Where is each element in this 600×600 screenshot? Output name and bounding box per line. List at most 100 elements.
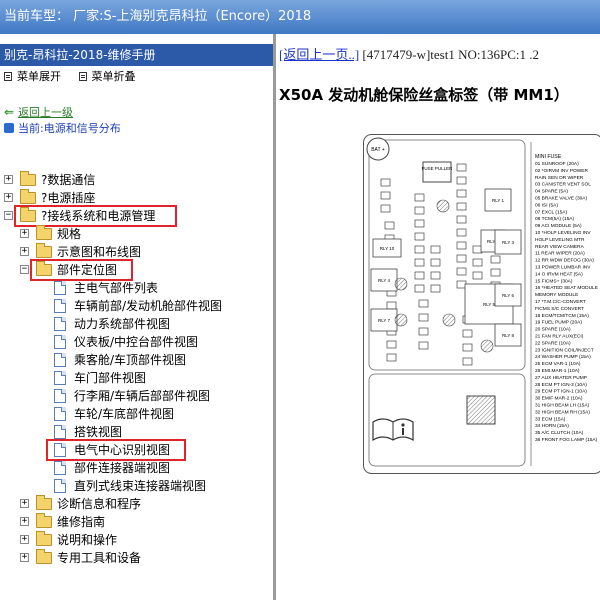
fuse-slot [418,341,429,350]
expand-toggle-icon[interactable]: + [20,229,29,238]
legend-entry: 10 *HOLP LEVELING INV [535,230,591,236]
relay-label: RLY 10 [380,246,395,251]
tree-item-label: 诊断信息和程序 [57,497,142,511]
round-fuse [394,277,408,291]
tree-folder-item[interactable]: + ?数据通信 [0,171,270,189]
fuse-slot [456,267,467,276]
tree-item-label: 仪表板/中控台部件视图 [74,335,199,349]
tree-folder-item[interactable]: + 规格 [0,225,270,243]
collapse-toggle-icon[interactable]: − [4,211,13,220]
expand-toggle-icon[interactable]: + [4,175,13,184]
expand-toggle-icon[interactable]: + [20,247,29,256]
tree-doc-item[interactable]: 主电气部件列表 [0,279,270,297]
tree-doc-item[interactable]: 仪表板/中控台部件视图 [0,333,270,351]
highlight-box [30,259,133,281]
tree-item-label: 专用工具和设备 [57,551,142,565]
tree-item-label: 规格 [57,227,82,241]
legend-entry: MEMORY MODULE [535,292,578,298]
expand-toggle-icon[interactable]: + [20,517,29,526]
highlight-box [46,439,186,461]
collapse-menu-button[interactable]: 菜单折叠 [78,66,136,88]
fuse-slot [386,301,397,310]
legend-entry: FICMS S/C CONVERT [535,306,584,312]
folder-icon [36,243,52,258]
tree-item-label: 行李厢/车辆后部部件视图 [74,389,211,403]
legend-entry: 34 HORN (15A) [535,423,569,429]
tree-doc-item[interactable]: 车辆前部/发动机舱部件视图 [0,297,270,315]
hatched-block [466,395,496,425]
tree-item-label: 直列式线束连接器端视图 [74,479,207,493]
fuse-slot [456,254,467,263]
tree-item-label: 乘客舱/车顶部件视图 [74,353,187,367]
fuse-slot [414,258,425,267]
tree-doc-item[interactable]: 直列式线束连接器端视图 [0,477,270,495]
legend-entry: 12 RR WDW DEFOG (30A) [535,258,594,264]
tree-doc-item[interactable]: 部件连接器端视图 [0,459,270,477]
page-header-line: [返回上一页..] [4717479-w]test1 NO:136PC:1 .2 [279,44,539,63]
expand-toggle-icon[interactable]: + [20,553,29,562]
document-icon [54,371,66,385]
tree-folder-item[interactable]: + 诊断信息和程序 [0,495,270,513]
legend-entry: 28 ECM PT IGN-2 (10A) [535,382,587,388]
tree-folder-item[interactable]: + 说明和操作 [0,531,270,549]
fuse-slot [456,202,467,211]
legend-entry: 08 TCM(5A) (15A) [535,216,574,222]
legend-entry: 31 HIGH BEAM LH (15A) [535,403,590,409]
tree-folder-item[interactable]: + 专用工具和设备 [0,549,270,567]
tree-folder-item[interactable]: + 维修指南 [0,513,270,531]
page-title: X50A 发动机舱保险丝盒标签（带 MM1） [279,86,569,104]
fuse-slot [456,163,467,172]
legend-entry: HOLP LEVELING MTR [535,237,585,243]
fuse-slot [456,215,467,224]
document-icon [54,425,66,439]
folder-icon [36,513,52,528]
tree-item-label: 说明和操作 [57,533,118,547]
expand-toggle-icon[interactable]: + [4,193,13,202]
relay-label: RLY 7 [378,318,391,323]
battery-label: BAT + [371,147,385,153]
tree-doc-item[interactable]: 车门部件视图 [0,369,270,387]
tree-folder-item[interactable]: − ?接线系统和电源管理 [0,205,270,227]
legend-entry: 16 *HEATED SEAT MODULE [535,285,598,291]
legend-entry: 29 ECM PT IGN-1 (10A) [535,389,587,395]
back-up-level-link[interactable]: ⇐ 返回上一级 [4,104,73,120]
manual-nav-pane: 别克-昂科拉-2018-维修手册 菜单展开 菜单折叠 ⇐ 返回上一级 当前:电源和… [0,34,276,600]
window-titlebar: 当前车型： 厂家:S-上海别克昂科拉（Encore）2018 [0,0,600,34]
legend-entry: 15 FICMS+ (30A) [535,278,573,284]
tree-doc-item[interactable]: 动力系统部件视图 [0,315,270,333]
fuse-puller-slot [422,161,452,183]
legend-entry: 06 ISI (5A) [535,202,558,208]
folder-icon [36,531,52,546]
document-icon [54,281,66,295]
tree-item-label: 维修指南 [57,515,106,529]
tree-doc-item[interactable]: 乘客舱/车顶部件视图 [0,351,270,369]
fuse-slot [472,271,483,280]
legend-entry: 13 POWER LUMBAR INV [535,265,591,271]
expand-menu-button[interactable]: 菜单展开 [4,66,61,88]
legend-entry: 23 IGNITION COIL/INJECT [535,347,594,353]
tree-doc-item[interactable]: 电气中心识别视图 [0,439,270,461]
back-previous-page-link[interactable]: [返回上一页..] [279,47,359,62]
document-icon [54,317,66,331]
tree-doc-item[interactable]: 行李厢/车辆后部部件视图 [0,387,270,405]
manual-info-icon [372,418,414,442]
legend-entry: REAR VIEW CAMERA [535,244,585,250]
expand-toggle-icon[interactable]: + [20,499,29,508]
tree-doc-item[interactable]: 车轮/车底部件视图 [0,405,270,423]
collapse-toggle-icon[interactable]: − [20,265,29,274]
document-icon [54,335,66,349]
legend-entry: 32 HIGH BEAM RH (15A) [535,409,590,415]
legend-entry: 26 EMI.MAR-1 (10A) [535,368,580,374]
document-icon [54,407,66,421]
current-section-label: 当前:电源和信号分布 [4,120,121,136]
tree-item-label: 部件连接器端视图 [74,461,171,475]
list-icon [78,72,87,81]
relay-label: RLY 1 [492,198,505,203]
menu-toolbar: 菜单展开 菜单折叠 [0,66,273,88]
expand-toggle-icon[interactable]: + [20,535,29,544]
tree-folder-item[interactable]: − 部件定位图 [0,259,270,281]
tree-item-label: 车辆前部/发动机舱部件视图 [74,299,223,313]
list-icon [4,72,12,81]
legend-entry: 27 AUX HEATER PUMP [535,375,587,381]
round-fuse [480,339,494,353]
